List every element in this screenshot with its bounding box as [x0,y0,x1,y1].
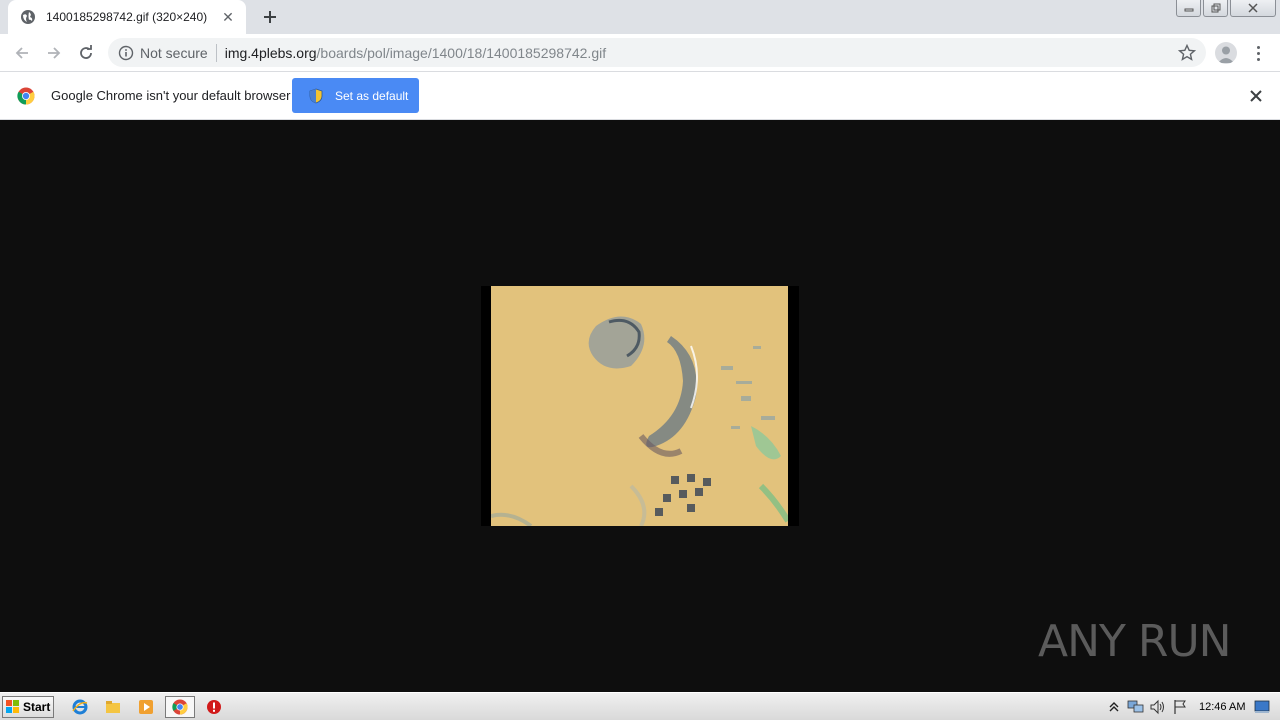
tray-network[interactable] [1127,698,1145,716]
taskbar-stop-app[interactable] [201,696,227,718]
folder-icon [106,701,120,713]
taskbar-chrome[interactable] [165,696,195,718]
url-text: img.4plebs.org/boards/pol/image/1400/18/… [225,45,606,61]
taskbar-media-player[interactable] [133,696,159,718]
plus-icon [264,11,276,23]
back-button[interactable] [10,41,34,65]
show-desktop-button[interactable] [1253,698,1271,716]
url-path: /boards/pol/image/1400/18/1400185298742.… [316,44,607,61]
default-browser-infobar: Google Chrome isn't your default browser… [0,72,1280,120]
arrow-right-icon [48,47,61,59]
media-player-icon [139,700,153,714]
url-host: img.4plebs.org [224,44,317,61]
anyrun-watermark: ANY RUN [1038,610,1238,672]
tray-action-center[interactable] [1171,698,1189,716]
gif-image-content [491,286,788,526]
security-label: Not secure [140,44,208,61]
watermark-text: ANY RUN [1038,615,1232,667]
internet-explorer-icon [72,699,88,715]
close-window-button[interactable] [1230,0,1276,17]
address-separator [215,43,217,62]
system-tray: 12:46 AM [1105,695,1278,719]
tab-close-icon[interactable]: ✕ [220,9,236,25]
start-label: Start [23,700,51,714]
menu-dot-icon [1256,45,1260,49]
tab-title: 1400185298742.gif (320×240) [46,10,208,24]
info-icon[interactable] [118,45,134,61]
infobar-message: Google Chrome isn't your default browser [51,88,291,103]
arrow-left-icon [15,47,28,59]
page-viewport: ANY RUN [0,120,1280,692]
close-icon [1250,90,1262,102]
reload-icon [80,45,92,59]
browser-menu-button[interactable] [1250,42,1266,64]
windows-logo-icon [6,700,19,713]
set-as-default-label: Set as default [335,88,409,103]
stop-warning-icon [207,700,221,714]
forward-button[interactable] [42,41,66,65]
restore-icon [1211,3,1220,13]
chrome-logo-icon [17,87,35,105]
person-icon [1218,46,1234,63]
chrome-icon [172,699,188,715]
window-controls [1176,0,1276,18]
globe-icon [21,10,35,24]
windows-taskbar: Start 12:46 AM [0,692,1280,720]
restore-button[interactable] [1203,0,1228,17]
infobar-close-button[interactable] [1248,88,1264,104]
set-as-default-button[interactable]: Set as default [292,78,419,113]
minimize-icon [1184,8,1193,12]
new-tab-button[interactable] [258,6,282,28]
browser-toolbar: Not secure img.4plebs.org/boards/pol/ima… [0,34,1280,72]
start-button[interactable]: Start [2,696,54,718]
show-desktop-icon [1255,700,1270,713]
gif-image-frame [481,286,799,526]
minimize-button[interactable] [1176,0,1201,17]
bookmark-star-icon[interactable] [1178,44,1196,62]
chevron-up-icon [1109,702,1119,712]
speaker-icon [1150,699,1164,715]
address-bar[interactable]: Not secure img.4plebs.org/boards/pol/ima… [108,38,1206,67]
menu-dot-icon [1256,57,1260,61]
network-icon [1127,700,1144,713]
reload-button[interactable] [74,41,98,65]
tab-strip: 1400185298742.gif (320×240) ✕ [0,0,1280,34]
tab-active[interactable]: 1400185298742.gif (320×240) ✕ [8,0,246,34]
shield-icon [309,88,323,103]
tray-expand-button[interactable] [1105,698,1123,716]
flag-icon [1174,700,1186,714]
taskbar-clock[interactable]: 12:46 AM [1199,701,1245,713]
tray-volume[interactable] [1149,698,1167,716]
profile-avatar[interactable] [1215,42,1237,64]
taskbar-explorer[interactable] [100,696,126,718]
taskbar-internet-explorer[interactable] [67,696,93,718]
close-icon [1248,3,1258,13]
gif-image[interactable] [491,286,788,526]
menu-dot-icon [1256,51,1260,55]
